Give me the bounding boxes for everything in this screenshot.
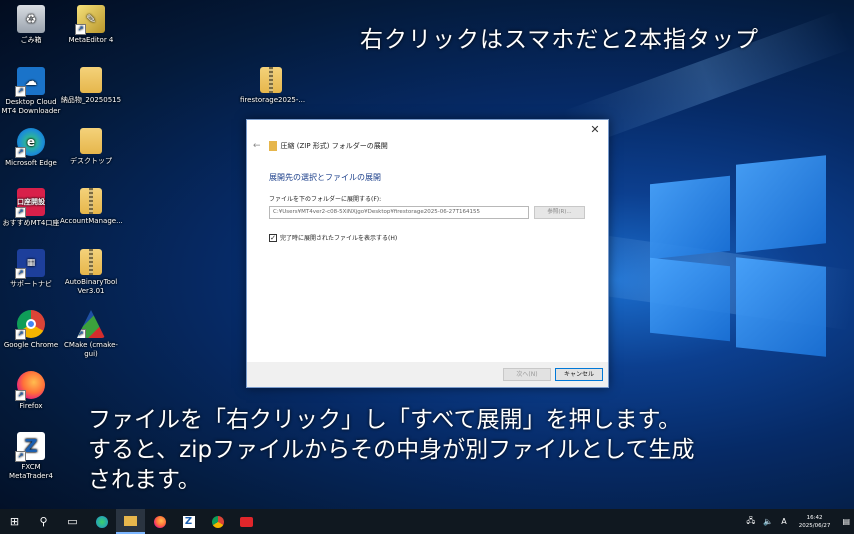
icon-label: おすすめMT4口座 <box>2 219 60 227</box>
next-button[interactable]: 次へ(N) <box>503 368 551 381</box>
desktop-icon-desktop-cloud[interactable]: ☁ Desktop Cloud MT4 Downloader <box>0 67 62 116</box>
edge-icon: e <box>15 128 45 158</box>
show-files-checkbox-row[interactable]: ✓ 完了時に展開されたファイルを表示する(H) <box>269 233 397 242</box>
zip-folder-icon <box>80 249 102 275</box>
windows-logo-wallpaper <box>600 140 826 370</box>
desktop-icon-accountmanager[interactable]: AccountManage... <box>60 188 123 226</box>
metaeditor-icon: ✎ <box>75 5 105 35</box>
icon-label: firestorage2025-... <box>240 96 306 104</box>
chrome-icon <box>15 310 45 340</box>
icon-label: ごみ箱 <box>20 36 42 44</box>
clock-time: 16:42 <box>806 514 823 521</box>
notification-icon[interactable]: ▤ <box>842 517 850 526</box>
logo-pane <box>650 257 730 342</box>
desktop-icon-folder-deliverables[interactable]: 納品物_20250515 <box>60 67 122 105</box>
desktop-icon-metaeditor[interactable]: ✎ MetaEditor 4 <box>60 5 122 45</box>
file-explorer-icon[interactable] <box>116 509 145 534</box>
close-icon[interactable]: ✕ <box>588 123 602 136</box>
fxcm-icon: Z <box>15 432 45 462</box>
desktop-icon-autobinarytool[interactable]: AutoBinaryTool Ver3.01 <box>60 249 122 296</box>
icon-label: AccountManage... <box>60 217 123 225</box>
start-icon[interactable]: ⊞ <box>0 509 29 534</box>
desktop-icon-account-open[interactable]: 口座開設 おすすめMT4口座 <box>0 188 62 228</box>
desktop-icon-fxcm[interactable]: Z FXCM MetaTrader4 <box>0 432 62 481</box>
clock[interactable]: 16:42 2025/06/27 <box>799 514 831 530</box>
destination-label: ファイルを下のフォルダーに展開する(F): <box>269 196 382 203</box>
speaker-icon[interactable]: 🔈 <box>763 517 773 526</box>
dialog-heading: 展開先の選択とファイルの展開 <box>269 173 381 182</box>
icon-label: サポートナビ <box>10 280 52 288</box>
caption-top: 右クリックはスマホだと2本指タップ <box>360 27 759 53</box>
folder-icon <box>80 67 102 93</box>
zoom-app-icon[interactable]: Z <box>174 509 203 534</box>
zip-folder-icon <box>268 141 277 151</box>
icon-label: Firefox <box>19 402 43 410</box>
icon-label: FXCM MetaTrader4 <box>9 463 53 480</box>
logo-pane <box>650 175 730 260</box>
chrome-icon[interactable] <box>203 509 232 534</box>
network-icon[interactable]: 🖧 <box>746 515 755 529</box>
desktop-icon-folder-desktop[interactable]: デスクトップ <box>60 128 122 166</box>
system-tray: 🖧 🔈 A 16:42 2025/06/27 ▤ <box>742 509 854 534</box>
browse-button[interactable]: 参照(R)... <box>534 206 585 219</box>
show-files-label: 完了時に展開されたファイルを表示する(H) <box>280 235 398 242</box>
taskbar: ⊞ ⚲ ▭ Z 🖧 🔈 A 16:42 2025/06/27 ▤ <box>0 509 854 534</box>
destination-path-input[interactable]: C:¥Users¥MT4ver2-c08-5XiNXjgo¥Desktop¥fi… <box>269 206 529 219</box>
firefox-icon[interactable] <box>145 509 174 534</box>
show-files-checkbox[interactable]: ✓ <box>269 233 277 242</box>
icon-label: CMake (cmake-gui) <box>64 341 118 358</box>
account-open-icon: 口座開設 <box>15 188 45 218</box>
desktop-icon-firestorage-zip[interactable]: firestorage2025-... <box>240 67 306 105</box>
desktop-icon-chrome[interactable]: Google Chrome <box>0 310 62 350</box>
icon-label: デスクトップ <box>70 157 112 165</box>
icon-label: Desktop Cloud MT4 Downloader <box>1 98 61 115</box>
clock-date: 2025/06/27 <box>798 522 831 529</box>
cancel-button[interactable]: キャンセル <box>555 368 603 381</box>
dialog-header: ← 圧縮 (ZIP 形式) フォルダーの展開 <box>253 141 388 151</box>
dialog-footer: 次へ(N) キャンセル <box>247 362 608 387</box>
icon-label: Microsoft Edge <box>5 159 57 167</box>
task-view-icon[interactable]: ▭ <box>58 509 87 534</box>
icon-label: MetaEditor 4 <box>68 36 114 44</box>
desktop-icon-cmake[interactable]: CMake (cmake-gui) <box>60 310 122 359</box>
edge-icon[interactable] <box>87 509 116 534</box>
desktop-cloud-icon: ☁ <box>15 67 45 97</box>
folder-icon <box>80 128 102 154</box>
zip-folder-icon <box>260 67 282 93</box>
zip-folder-icon <box>80 188 102 214</box>
logo-pane <box>736 257 826 357</box>
video-app-icon[interactable] <box>232 509 261 534</box>
search-icon[interactable]: ⚲ <box>29 509 58 534</box>
desktop-icon-edge[interactable]: e Microsoft Edge <box>0 128 62 168</box>
firefox-icon <box>15 371 45 401</box>
desktop-icon-support-navi[interactable]: ▦ サポートナビ <box>0 249 62 289</box>
caption-line: すると、zipファイルからその中身が別ファイルとして生成 <box>88 437 695 463</box>
ime-indicator[interactable]: A <box>781 517 786 526</box>
icon-label: AutoBinaryTool Ver3.01 <box>64 278 118 295</box>
recycle-bin-icon: ♻ <box>17 5 45 33</box>
support-navi-icon: ▦ <box>15 249 45 279</box>
desktop-icon-recycle-bin[interactable]: ♻ ごみ箱 <box>0 5 62 45</box>
cmake-icon <box>77 310 105 338</box>
extract-zip-dialog: ✕ ← 圧縮 (ZIP 形式) フォルダーの展開 展開先の選択とファイルの展開 … <box>246 119 609 388</box>
dialog-title: 圧縮 (ZIP 形式) フォルダーの展開 <box>280 142 388 150</box>
caption-bottom: ファイルを「右クリック」し「すべて展開」を押します。 すると、zipファイルから… <box>88 405 848 495</box>
icon-label: Google Chrome <box>3 341 59 349</box>
caption-line: ファイルを「右クリック」し「すべて展開」を押します。 <box>88 407 682 433</box>
desktop-icon-firefox[interactable]: Firefox <box>0 371 62 411</box>
back-arrow-icon[interactable]: ← <box>253 141 261 151</box>
logo-pane <box>736 155 826 253</box>
icon-label: 納品物_20250515 <box>60 96 122 104</box>
caption-line: されます。 <box>88 467 201 493</box>
account-open-badge: 口座開設 <box>17 198 45 206</box>
